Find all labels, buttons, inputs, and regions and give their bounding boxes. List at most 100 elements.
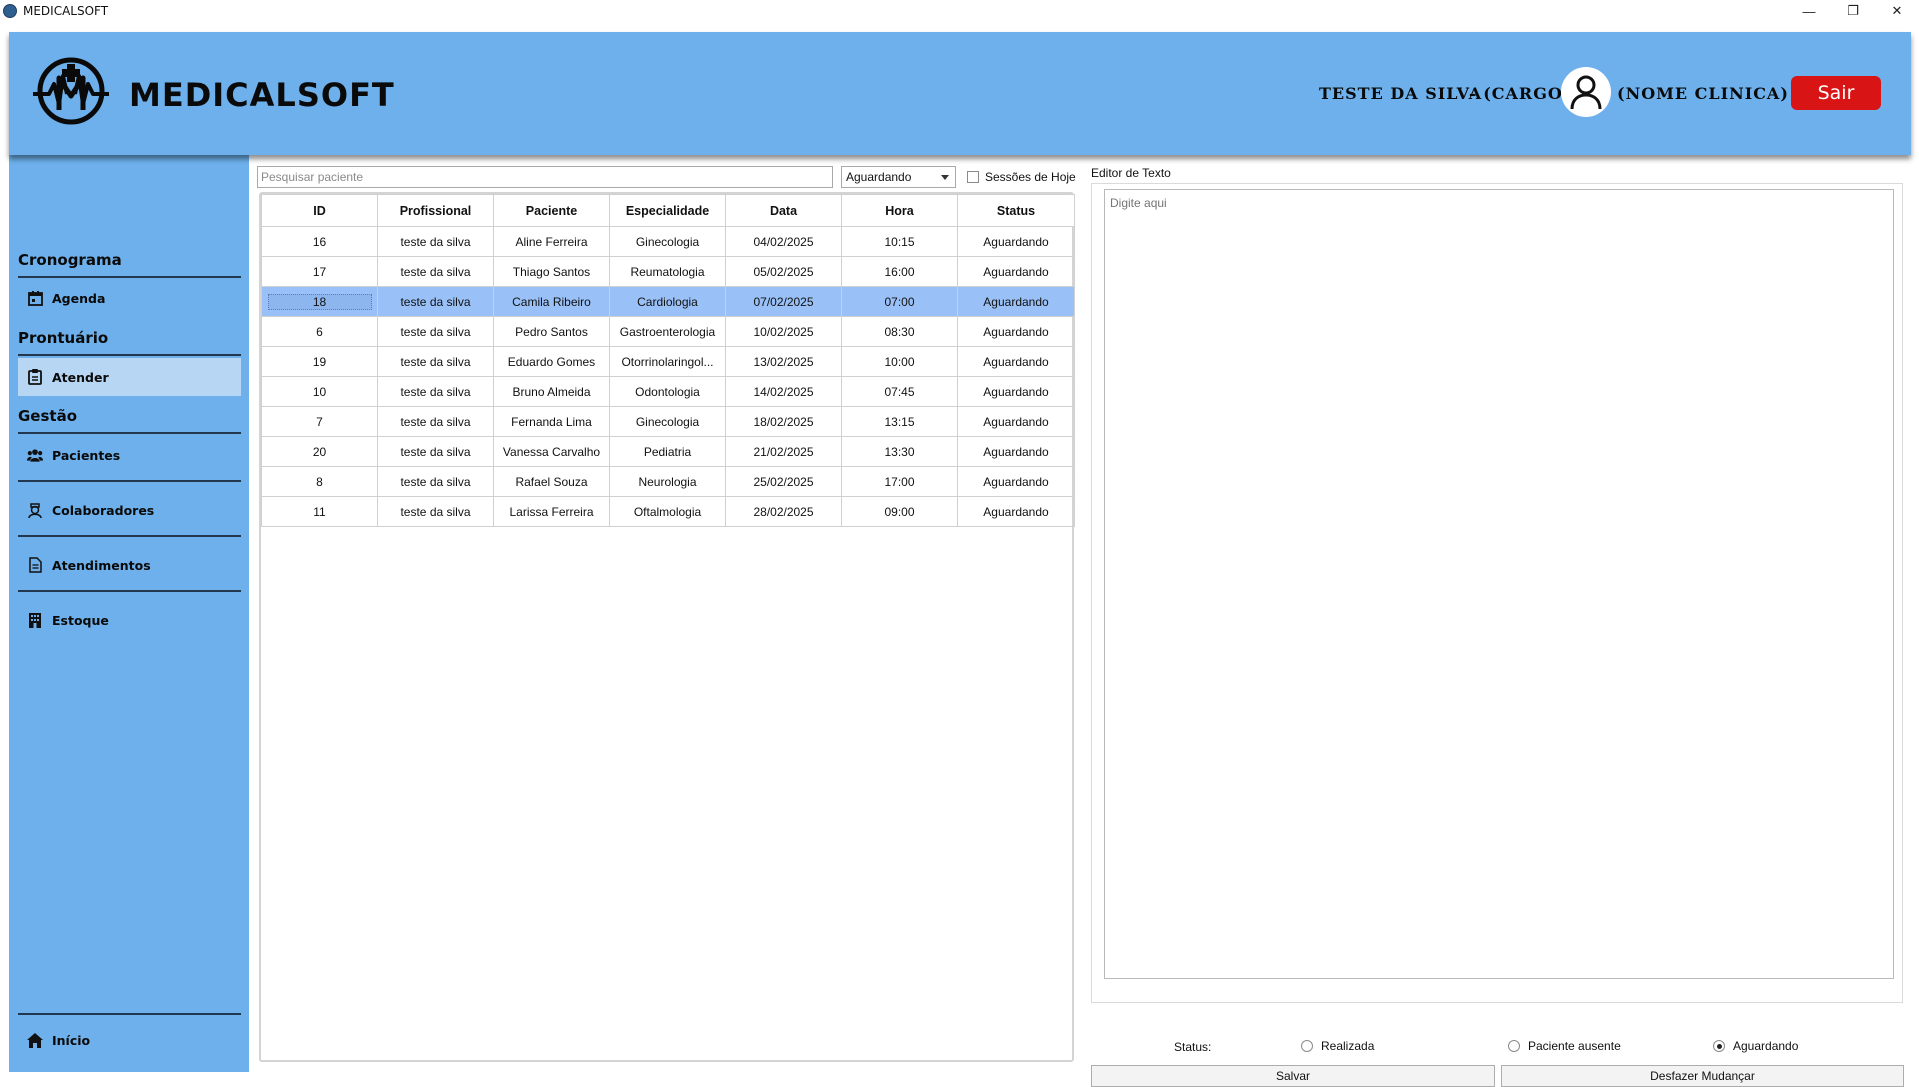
table-cell[interactable]: teste da silva [377, 316, 494, 347]
table-cell[interactable]: teste da silva [377, 466, 494, 497]
table-cell[interactable]: Reumatologia [609, 256, 726, 287]
checkbox-box[interactable] [967, 171, 979, 183]
today-sessions-checkbox[interactable]: Sessões de Hoje [967, 170, 1076, 184]
table-cell[interactable]: Aguardando [957, 226, 1075, 257]
column-header[interactable]: ID [261, 194, 378, 227]
table-cell[interactable]: 21/02/2025 [725, 436, 842, 467]
table-cell[interactable]: 04/02/2025 [725, 226, 842, 257]
table-cell[interactable]: Aguardando [957, 256, 1075, 287]
sidebar-item-pacientes[interactable]: Pacientes [18, 436, 241, 474]
minimize-icon[interactable]: — [1787, 0, 1831, 22]
table-cell[interactable]: Neurologia [609, 466, 726, 497]
table-cell[interactable]: Ginecologia [609, 226, 726, 257]
restore-icon[interactable]: ❐ [1831, 0, 1875, 22]
table-cell[interactable]: Otorrinolaringol... [609, 346, 726, 377]
table-row[interactable]: 19 teste da silva Eduardo Gomes Otorrino… [261, 346, 1075, 377]
table-cell[interactable]: 18 [261, 286, 378, 317]
table-cell[interactable]: 16 [261, 226, 378, 257]
table-cell[interactable]: Larissa Ferreira [493, 496, 610, 527]
table-cell[interactable]: 20 [261, 436, 378, 467]
radio-aguardando[interactable]: Aguardando [1713, 1039, 1798, 1053]
table-cell[interactable]: 18/02/2025 [725, 406, 842, 437]
table-cell[interactable]: Vanessa Carvalho [493, 436, 610, 467]
sidebar-item-atendimentos[interactable]: Atendimentos [18, 546, 241, 584]
column-header[interactable]: Status [957, 194, 1075, 227]
save-button[interactable]: Salvar [1091, 1065, 1495, 1087]
radio-paciente-ausente[interactable]: Paciente ausente [1508, 1039, 1621, 1053]
table-cell[interactable]: Eduardo Gomes [493, 346, 610, 377]
table-cell[interactable]: 13:30 [841, 436, 958, 467]
table-cell[interactable]: 13:15 [841, 406, 958, 437]
sidebar-item-atender[interactable]: Atender [18, 358, 241, 396]
table-cell[interactable]: teste da silva [377, 376, 494, 407]
column-header[interactable]: Hora [841, 194, 958, 227]
column-header[interactable]: Data [725, 194, 842, 227]
logout-button[interactable]: Sair [1791, 76, 1881, 110]
table-cell[interactable]: 10:15 [841, 226, 958, 257]
column-header[interactable]: Especialidade [609, 194, 726, 227]
table-cell[interactable]: teste da silva [377, 436, 494, 467]
table-cell[interactable]: 17:00 [841, 466, 958, 497]
table-cell[interactable]: Aguardando [957, 496, 1075, 527]
table-cell[interactable]: Bruno Almeida [493, 376, 610, 407]
radio-dot[interactable] [1508, 1040, 1520, 1052]
table-cell[interactable]: Thiago Santos [493, 256, 610, 287]
table-cell[interactable]: 05/02/2025 [725, 256, 842, 287]
sidebar-item-estoque[interactable]: Estoque [18, 601, 241, 639]
table-cell[interactable]: 17 [261, 256, 378, 287]
table-cell[interactable]: Aline Ferreira [493, 226, 610, 257]
table-cell[interactable]: 28/02/2025 [725, 496, 842, 527]
table-cell[interactable]: 10:00 [841, 346, 958, 377]
table-cell[interactable]: 19 [261, 346, 378, 377]
table-cell[interactable]: Aguardando [957, 346, 1075, 377]
table-cell[interactable]: 25/02/2025 [725, 466, 842, 497]
table-cell[interactable]: 07:45 [841, 376, 958, 407]
table-cell[interactable]: teste da silva [377, 406, 494, 437]
table-cell[interactable]: teste da silva [377, 496, 494, 527]
table-row[interactable]: 6 teste da silva Pedro Santos Gastroente… [261, 316, 1075, 347]
table-cell[interactable]: 10/02/2025 [725, 316, 842, 347]
table-cell[interactable]: teste da silva [377, 226, 494, 257]
column-header[interactable]: Paciente [493, 194, 610, 227]
table-cell[interactable]: 07:00 [841, 286, 958, 317]
table-cell[interactable]: Aguardando [957, 286, 1075, 317]
table-cell[interactable]: 09:00 [841, 496, 958, 527]
radio-dot-checked[interactable] [1713, 1040, 1725, 1052]
table-cell[interactable]: Aguardando [957, 376, 1075, 407]
table-cell[interactable]: Cardiologia [609, 286, 726, 317]
table-cell[interactable]: 6 [261, 316, 378, 347]
table-cell[interactable]: teste da silva [377, 346, 494, 377]
table-cell[interactable]: 7 [261, 406, 378, 437]
close-icon[interactable]: ✕ [1875, 0, 1919, 22]
radio-dot[interactable] [1301, 1040, 1313, 1052]
sidebar-item-colaboradores[interactable]: Colaboradores [18, 491, 241, 529]
table-cell[interactable]: 8 [261, 466, 378, 497]
table-cell[interactable]: Ginecologia [609, 406, 726, 437]
text-editor[interactable] [1104, 189, 1894, 979]
column-header[interactable]: Profissional [377, 194, 494, 227]
table-cell[interactable]: 07/02/2025 [725, 286, 842, 317]
table-cell[interactable]: Pedro Santos [493, 316, 610, 347]
table-cell[interactable]: Rafael Souza [493, 466, 610, 497]
table-cell[interactable]: 08:30 [841, 316, 958, 347]
table-cell[interactable]: 16:00 [841, 256, 958, 287]
sidebar-item-inicio[interactable]: Início [18, 1021, 241, 1059]
user-avatar[interactable] [1561, 67, 1611, 117]
radio-realizada[interactable]: Realizada [1301, 1039, 1374, 1053]
table-cell[interactable]: teste da silva [377, 256, 494, 287]
table-cell[interactable]: Oftalmologia [609, 496, 726, 527]
table-row[interactable]: 11 teste da silva Larissa Ferreira Oftal… [261, 496, 1075, 527]
table-row-selected[interactable]: 18 teste da silva Camila Ribeiro Cardiol… [261, 286, 1075, 317]
table-row[interactable]: 7 teste da silva Fernanda Lima Ginecolog… [261, 406, 1075, 437]
table-cell[interactable]: Camila Ribeiro [493, 286, 610, 317]
table-row[interactable]: 8 teste da silva Rafael Souza Neurologia… [261, 466, 1075, 497]
table-cell[interactable]: Fernanda Lima [493, 406, 610, 437]
table-row[interactable]: 16 teste da silva Aline Ferreira Ginecol… [261, 226, 1075, 257]
table-cell[interactable]: 13/02/2025 [725, 346, 842, 377]
table-cell[interactable]: 11 [261, 496, 378, 527]
table-cell[interactable]: Gastroenterologia [609, 316, 726, 347]
table-row[interactable]: 20 teste da silva Vanessa Carvalho Pedia… [261, 436, 1075, 467]
table-cell[interactable]: Pediatria [609, 436, 726, 467]
table-cell[interactable]: 10 [261, 376, 378, 407]
table-row[interactable]: 10 teste da silva Bruno Almeida Odontolo… [261, 376, 1075, 407]
